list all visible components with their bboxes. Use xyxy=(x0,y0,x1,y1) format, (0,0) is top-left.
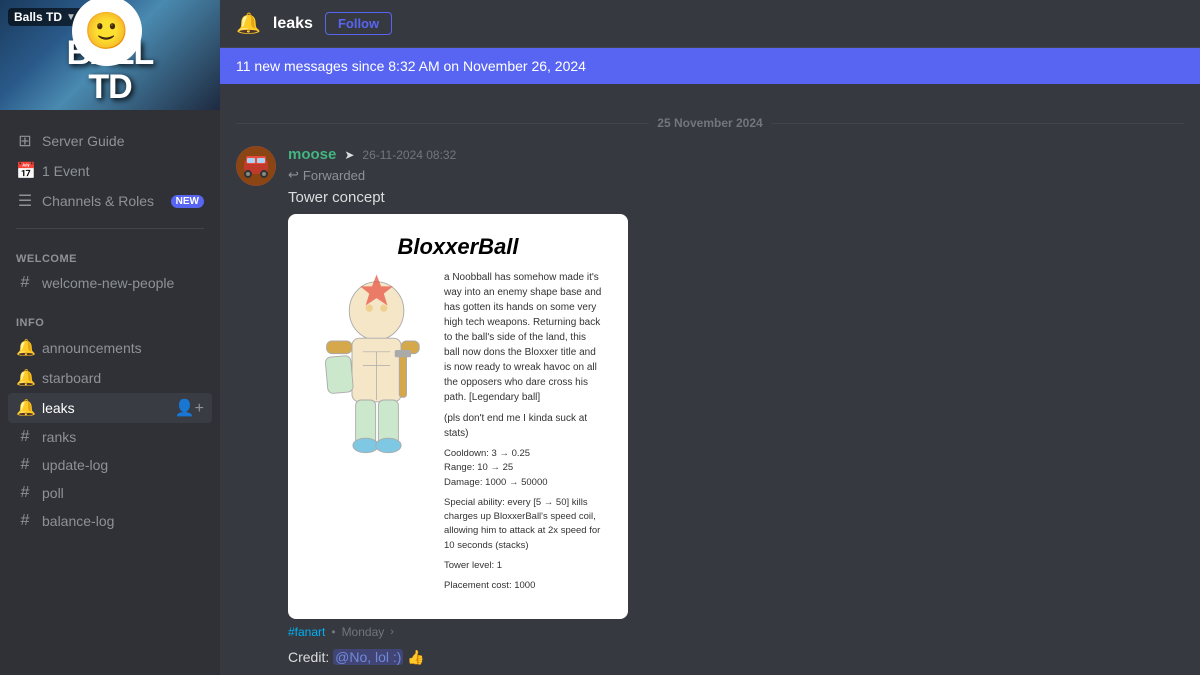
top-nav-section: ⊞ Server Guide 📅 1 Event ☰ Channels & Ro… xyxy=(0,110,220,220)
forwarded-text: Forwarded xyxy=(303,168,365,183)
channel-header: 🔔 leaks Follow xyxy=(220,0,1200,48)
image-embed: BloxxerBall xyxy=(288,214,628,619)
sidebar-item-event[interactable]: 📅 1 Event xyxy=(8,156,212,186)
sidebar: 🙂 BALL TD Balls TD ▼ ⊞ Server Guide 📅 1 … xyxy=(0,0,220,675)
info-section-label: INFO xyxy=(8,317,212,329)
messages-area[interactable]: 25 November 2024 xyxy=(220,84,1200,675)
source-day: Monday xyxy=(342,625,385,639)
message-timestamp: 26-11-2024 08:32 xyxy=(362,148,456,162)
sidebar-item-label: balance-log xyxy=(42,513,114,529)
channel-bell-icon: 🔔 xyxy=(236,11,261,36)
sidebar-item-poll[interactable]: # poll xyxy=(8,479,212,507)
embed-body: a Noobball has somehow made it's way int… xyxy=(312,270,604,599)
embed-placement-cost: Placement cost: 1000 xyxy=(444,579,604,593)
follow-button[interactable]: Follow xyxy=(325,12,392,35)
boost-icon: ➤ xyxy=(344,148,354,162)
sidebar-item-ranks[interactable]: # ranks xyxy=(8,423,212,451)
calendar-icon: 📅 xyxy=(16,161,34,181)
source-channel: #fanart xyxy=(288,625,325,639)
embed-special: Special ability: every [5 → 50] kills ch… xyxy=(444,496,604,553)
welcome-section-label: WELCOME xyxy=(8,253,212,265)
server-header[interactable]: 🙂 BALL TD Balls TD ▼ xyxy=(0,0,220,110)
sidebar-item-label: 1 Event xyxy=(42,163,89,179)
sidebar-item-announcements[interactable]: 🔔 announcements xyxy=(8,333,212,363)
bell-icon: 🔔 xyxy=(16,338,34,358)
server-name: Balls TD xyxy=(14,10,62,24)
bell-icon: 🔔 xyxy=(16,398,34,418)
date-divider-line-left xyxy=(236,123,649,124)
embed-description: a Noobball has somehow made it's way int… xyxy=(444,270,604,405)
embed-text-content: a Noobball has somehow made it's way int… xyxy=(444,270,604,599)
sidebar-item-label: leaks xyxy=(42,400,75,416)
new-messages-banner[interactable]: 11 new messages since 8:32 AM on Novembe… xyxy=(220,48,1200,84)
sidebar-item-label: announcements xyxy=(42,340,142,356)
embed-stats: Cooldown: 3 → 0.25 Range: 10 → 25 Damage… xyxy=(444,447,604,490)
sidebar-item-server-guide[interactable]: ⊞ Server Guide xyxy=(8,126,212,156)
grid-icon: ⊞ xyxy=(16,131,34,151)
sidebar-item-label: welcome-new-people xyxy=(42,275,174,291)
avatar xyxy=(236,146,276,186)
credit-emoji: 👍 xyxy=(407,649,424,665)
new-badge: NEW xyxy=(171,195,204,208)
message-author: moose xyxy=(288,146,336,163)
embed-tower-level: Tower level: 1 xyxy=(444,559,604,573)
sidebar-item-balance-log[interactable]: # balance-log xyxy=(8,507,212,535)
welcome-section: WELCOME # welcome-new-people xyxy=(0,237,220,301)
source-arrow-icon: › xyxy=(390,626,394,638)
embed-disclaimer: (pls don't end me I kinda suck at stats) xyxy=(444,411,604,441)
sidebar-item-welcome-new-people[interactable]: # welcome-new-people xyxy=(8,269,212,297)
hash-icon: # xyxy=(16,512,34,530)
bullet-separator: • xyxy=(331,625,335,639)
add-member-icon[interactable]: 👤+ xyxy=(175,398,204,418)
sidebar-item-label: ranks xyxy=(42,429,76,445)
date-divider-text: 25 November 2024 xyxy=(657,116,762,130)
channel-name: leaks xyxy=(273,15,313,33)
tower-concept-text: Tower concept xyxy=(288,189,1184,206)
sidebar-item-leaks[interactable]: 🔔 leaks 👤+ xyxy=(8,393,212,423)
date-divider-line-right xyxy=(771,123,1184,124)
info-section: INFO 🔔 announcements 🔔 starboard 🔔 leaks… xyxy=(0,301,220,539)
embed-drawing xyxy=(312,270,432,599)
sidebar-item-update-log[interactable]: # update-log xyxy=(8,451,212,479)
sidebar-item-label: Channels & Roles xyxy=(42,193,154,209)
hash-icon: # xyxy=(16,428,34,446)
credit-prefix: Credit: xyxy=(288,649,329,665)
message-content: moose ➤ 26-11-2024 08:32 ↩ Forwarded Tow… xyxy=(288,146,1184,675)
credit-mention: @No, lol :) xyxy=(333,649,403,665)
source-tag: #fanart • Monday › xyxy=(288,625,1184,639)
list-icon: ☰ xyxy=(16,191,34,211)
new-messages-text: 11 new messages since 8:32 AM on Novembe… xyxy=(236,58,586,74)
sidebar-item-label: Server Guide xyxy=(42,133,124,149)
message-meta: moose ➤ 26-11-2024 08:32 xyxy=(288,146,1184,163)
date-divider: 25 November 2024 xyxy=(236,116,1184,130)
forward-arrow-icon: ↩ xyxy=(288,167,299,183)
forwarded-label: ↩ Forwarded xyxy=(288,167,1184,183)
sidebar-item-label: starboard xyxy=(42,370,101,386)
credit-line: Credit: @No, lol :) 👍 xyxy=(288,649,1184,666)
sidebar-item-label: update-log xyxy=(42,457,108,473)
sidebar-divider xyxy=(16,228,204,229)
sidebar-item-channels-roles[interactable]: ☰ Channels & Roles NEW xyxy=(8,186,212,216)
bell-icon: 🔔 xyxy=(16,368,34,388)
main-content: 🔔 leaks Follow 11 new messages since 8:3… xyxy=(220,0,1200,675)
message-group: moose ➤ 26-11-2024 08:32 ↩ Forwarded Tow… xyxy=(236,146,1184,675)
sidebar-item-label: poll xyxy=(42,485,64,501)
avatar-image xyxy=(236,146,276,186)
embed-title: BloxxerBall xyxy=(312,234,604,260)
hash-icon: # xyxy=(16,484,34,502)
hash-icon: # xyxy=(16,456,34,474)
sidebar-item-starboard[interactable]: 🔔 starboard xyxy=(8,363,212,393)
hash-icon: # xyxy=(16,274,34,292)
